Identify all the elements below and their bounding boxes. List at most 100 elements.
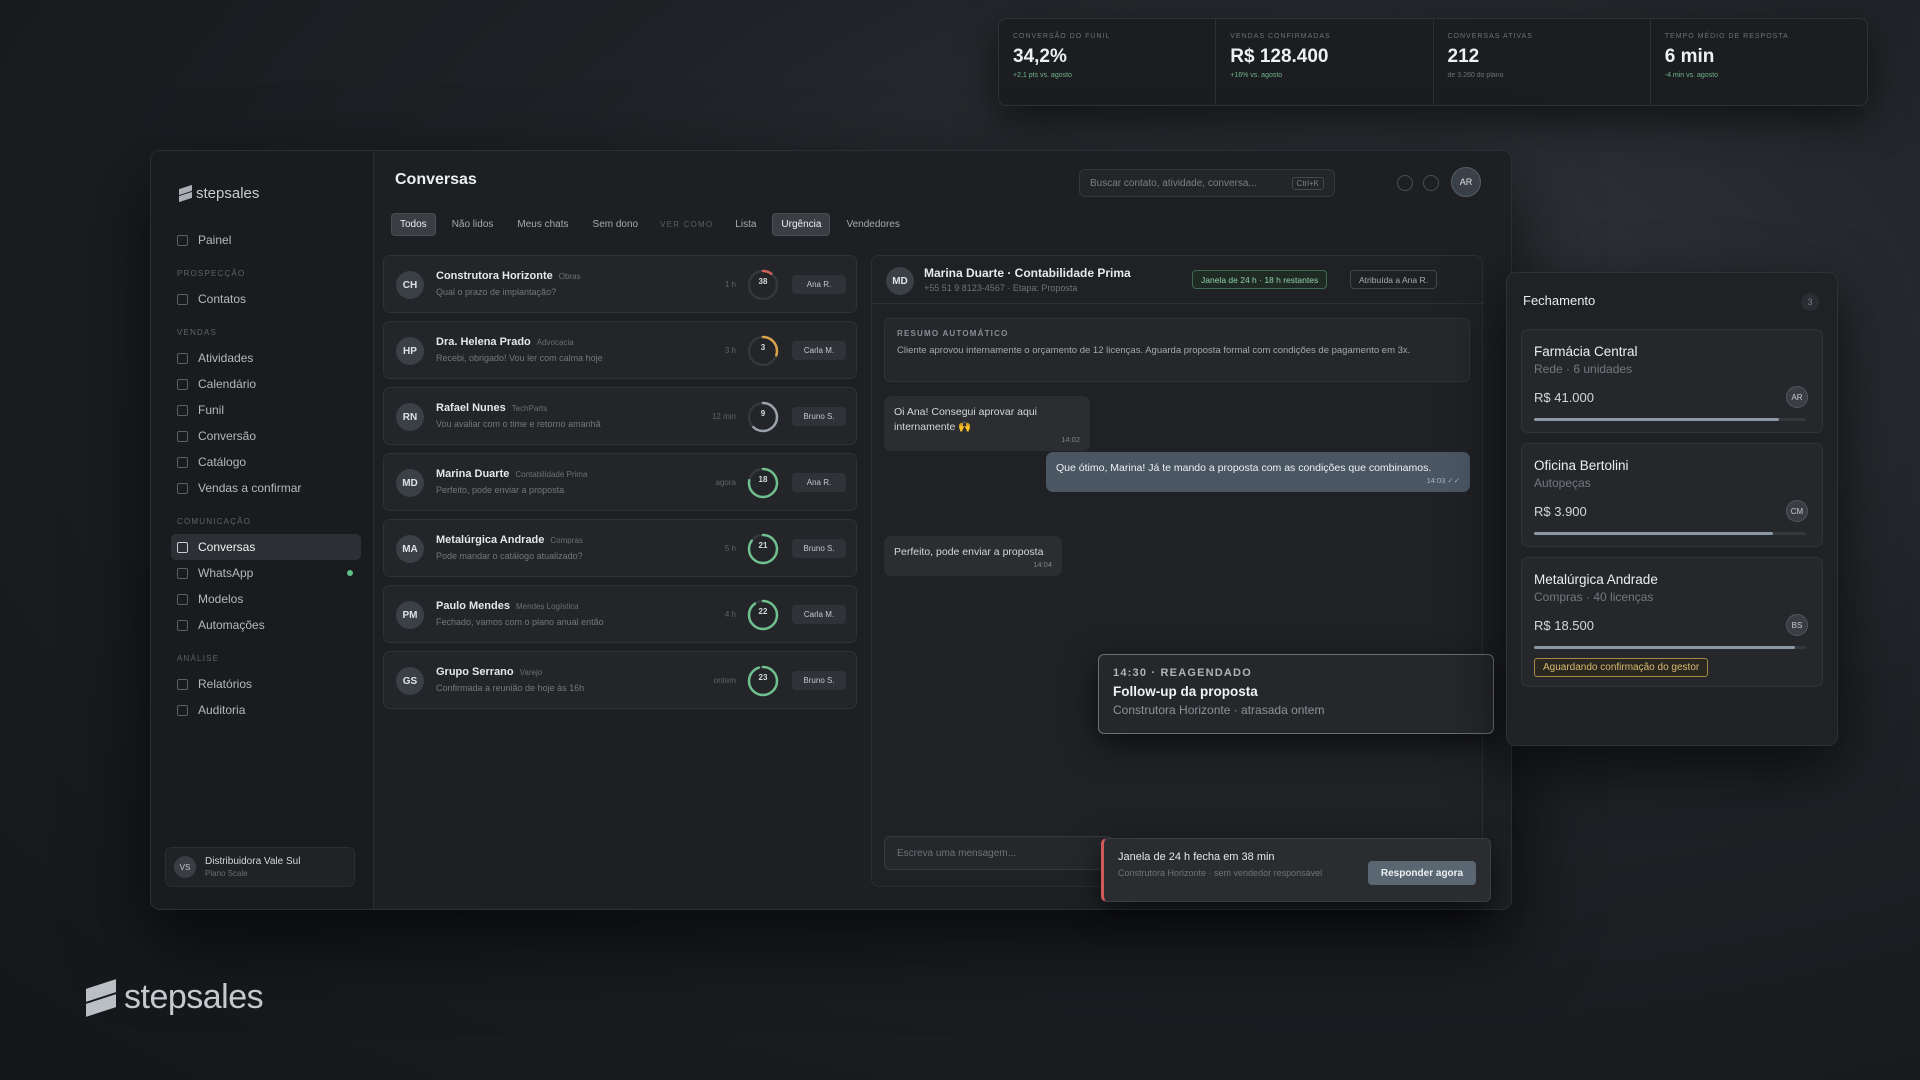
user-avatar[interactable]: AR: [1451, 167, 1481, 197]
sidebar-nav: Painel PROSPECÇÃO Contatos VENDAS Atividades…: [171, 227, 361, 723]
sla-remaining: 23: [758, 673, 768, 682]
list-item[interactable]: CH Construtora Horizonte Obras Qual o pra…: [383, 255, 857, 313]
list-item[interactable]: GS Grupo Serrano Varejo Confirmada a reun…: [383, 651, 857, 709]
deal-card[interactable]: Oficina Bertolini Autopeças R$ 3.900 CM: [1521, 443, 1823, 547]
nav-icon: [177, 352, 188, 364]
tab-view[interactable]: Vendedores: [838, 214, 907, 235]
list-item[interactable]: HP Dra. Helena Prado Advocacia Recebi, ob…: [383, 321, 857, 379]
message-text: Que ótimo, Marina! Já te mando a propost…: [1056, 462, 1432, 474]
message-text: Perfeito, pode enviar a proposta: [894, 546, 1044, 558]
sla-remaining: 22: [758, 607, 768, 616]
search-input[interactable]: Buscar contato, atividade, conversa... C…: [1079, 169, 1335, 197]
deal-progress-fill: [1534, 418, 1779, 421]
owner-badge[interactable]: Carla M.: [792, 605, 846, 624]
owner-badge[interactable]: Bruno S.: [792, 671, 846, 690]
kpi-sub: +2,1 pts vs. agosto: [1013, 72, 1072, 79]
alert-title: Janela de 24 h fecha em 38 min: [1118, 851, 1275, 863]
list-item[interactable]: RN Rafael Nunes TechParts Vou avaliar com…: [383, 387, 857, 445]
notifications-icon[interactable]: [1423, 175, 1439, 191]
owner-badge[interactable]: Bruno S.: [792, 539, 846, 558]
sidebar-item-contatos[interactable]: Contatos: [171, 286, 361, 312]
deal-progress: [1534, 418, 1806, 421]
sidebar-item-funil[interactable]: Funil: [171, 397, 361, 423]
alert-sub: Construtora Horizonte · sem vendedor res…: [1118, 868, 1323, 878]
list-item[interactable]: MA Metalúrgica Andrade Compras Pode manda…: [383, 519, 857, 577]
deal-sub: Rede · 6 unidades: [1534, 362, 1633, 376]
owner-badge[interactable]: Ana R.: [792, 275, 846, 294]
kpi-value: 212: [1447, 46, 1480, 67]
deal-name: Farmácia Central: [1534, 344, 1638, 359]
conversation-time: 3 h: [724, 346, 736, 355]
tab-view[interactable]: Urgência: [772, 213, 831, 236]
tab-filter[interactable]: Sem dono: [585, 214, 647, 235]
assigned-badge[interactable]: Atribuída a Ana R.: [1350, 270, 1437, 289]
sla-remaining: 3: [760, 343, 766, 352]
list-item[interactable]: PM Paulo Mendes Mendes Logística Fechado,…: [383, 585, 857, 643]
conversation-preview: Confirmada a reunião de hoje às 16h: [436, 683, 585, 693]
list-item[interactable]: MD Marina Duarte Contabilidade Prima Perf…: [383, 453, 857, 511]
chat-contact-name[interactable]: Marina Duarte · Contabilidade Prima: [924, 266, 1131, 280]
conversation-name: Paulo Mendes Mendes Logística: [436, 600, 579, 612]
sidebar-item-painel[interactable]: Painel: [171, 227, 361, 253]
stepsales-logo-icon: [179, 187, 192, 200]
conversation-name: Marina Duarte Contabilidade Prima: [436, 468, 587, 480]
conversation-tag: Compras: [550, 536, 583, 545]
org-switcher[interactable]: VS Distribuidora Vale Sul Plano Scale: [165, 847, 355, 887]
conversation-preview: Recebi, obrigado! Vou ler com calma hoje: [436, 353, 603, 363]
sidebar-item-modelos[interactable]: Modelos: [171, 586, 361, 612]
sidebar-item-label: Atividades: [198, 351, 254, 365]
sidebar-item-conversas[interactable]: Conversas: [171, 534, 361, 560]
sidebar-item-label: Conversão: [198, 429, 257, 443]
conversation-tag: Contabilidade Prima: [515, 470, 588, 479]
conversation-preview: Vou avaliar com o time e retorno amanhã: [436, 419, 601, 429]
org-plan: Plano Scale: [205, 869, 248, 878]
deal-owner-avatar: BS: [1786, 614, 1808, 636]
deal-card[interactable]: Metalúrgica Andrade Compras · 40 licença…: [1521, 557, 1823, 687]
conversation-name-text: Marina Duarte: [436, 468, 510, 480]
sidebar-item-conversao[interactable]: Conversão: [171, 423, 361, 449]
sidebar-item-automacoes[interactable]: Automações: [171, 612, 361, 638]
message-time: 14:03 ✓✓: [1426, 476, 1460, 485]
online-status-dot: [347, 570, 353, 576]
nav-icon: [177, 482, 188, 494]
sidebar-item-relatorios[interactable]: Relatórios: [171, 671, 361, 697]
kpi-card: Conversão do funil 34,2% +2,1 pts vs. ag…: [999, 19, 1217, 105]
chat-contact-sub: +55 51 9 8123-4567 · Etapa: Proposta: [924, 283, 1078, 293]
conversation-time: ontem: [713, 676, 736, 685]
deal-sub: Autopeças: [1534, 476, 1591, 490]
sla-remaining: 21: [758, 541, 768, 550]
conversation-time: 12 min: [711, 412, 736, 421]
tab-filter[interactable]: Meus chats: [509, 214, 576, 235]
kpi-label: Conversão do funil: [1013, 33, 1111, 40]
sidebar-item-catalogo[interactable]: Catálogo: [171, 449, 361, 475]
tab-filter[interactable]: Não lidos: [444, 214, 502, 235]
message-input[interactable]: Escreva uma mensagem...: [884, 836, 1114, 870]
kpi-label: Tempo médio de resposta: [1664, 33, 1789, 40]
sidebar-item-auditoria[interactable]: Auditoria: [171, 697, 361, 723]
sidebar-item-whatsapp[interactable]: WhatsApp: [171, 560, 361, 586]
owner-badge[interactable]: Bruno S.: [792, 407, 846, 426]
tab-view[interactable]: Lista: [727, 214, 764, 235]
sidebar-logo[interactable]: stepsales: [179, 185, 259, 202]
kpi-card: Vendas confirmadas R$ 128.400 +16% vs. a…: [1216, 19, 1434, 105]
conversation-name: Construtora Horizonte Obras: [436, 270, 581, 282]
conversation-tag: Mendes Logística: [515, 602, 579, 611]
nav-icon: [177, 404, 188, 416]
sidebar-item-vendas-a-confirmar[interactable]: Vendas a confirmar: [171, 475, 361, 501]
help-icon[interactable]: [1397, 175, 1413, 191]
owner-badge[interactable]: Carla M.: [792, 341, 846, 360]
tab-filter[interactable]: Todos: [391, 213, 436, 236]
org-avatar: VS: [174, 856, 196, 878]
respond-now-button[interactable]: Responder agora: [1368, 861, 1476, 885]
deal-card[interactable]: Farmácia Central Rede · 6 unidades R$ 41…: [1521, 329, 1823, 433]
avatar: GS: [396, 667, 424, 695]
followup-label: 14:30 · REAGENDADO: [1113, 667, 1252, 679]
conversation-time: 1 h: [724, 280, 736, 289]
kpi-value: 34,2%: [1013, 46, 1067, 67]
sidebar-item-calendario[interactable]: Calendário: [171, 371, 361, 397]
conversation-list: CH Construtora Horizonte Obras Qual o pra…: [383, 255, 857, 717]
nav-icon: [177, 678, 188, 690]
owner-badge[interactable]: Ana R.: [792, 473, 846, 492]
sidebar-item-atividades[interactable]: Atividades: [171, 345, 361, 371]
followup-card[interactable]: 14:30 · REAGENDADO Follow-up da proposta…: [1098, 654, 1494, 734]
